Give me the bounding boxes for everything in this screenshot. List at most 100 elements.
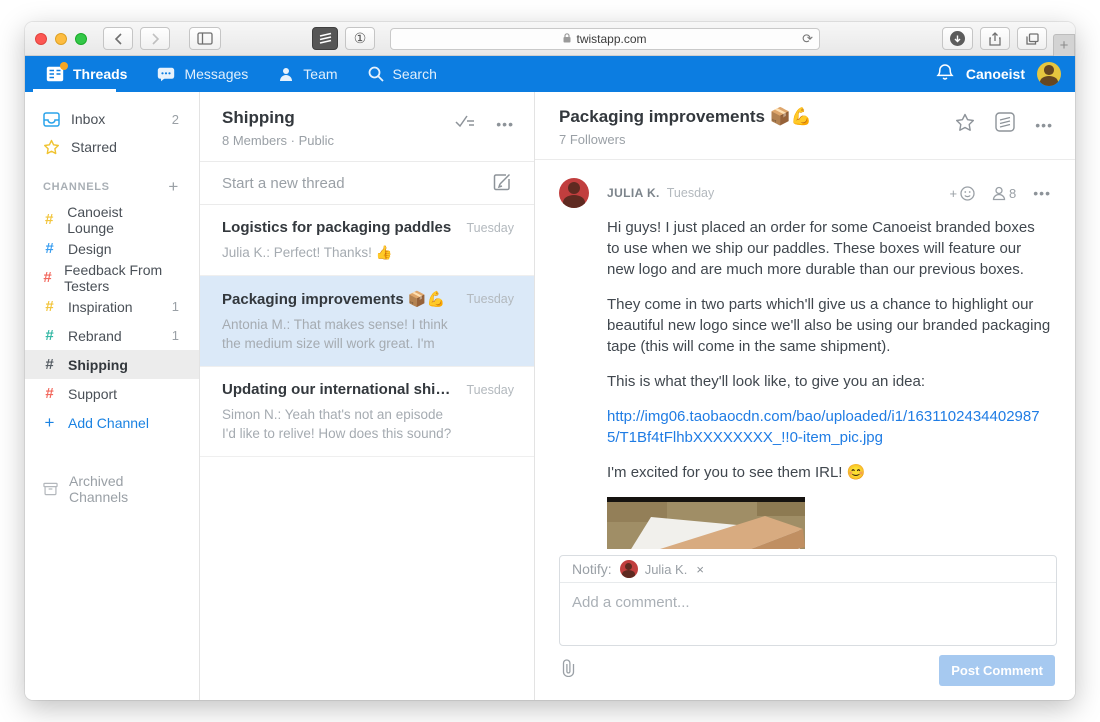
tabs-icon — [1026, 33, 1039, 45]
comment-input[interactable]: Add a comment... — [560, 583, 1056, 645]
channel-label: Rebrand — [68, 328, 122, 344]
archived-channels-label: Archived Channels — [69, 473, 179, 505]
channels-header-label: CHANNELS — [43, 181, 110, 193]
sidebar-channel-rebrand[interactable]: # Rebrand 1 — [25, 321, 199, 350]
sidebar-channel-inspiration[interactable]: # Inspiration 1 — [25, 292, 199, 321]
tab-threads[interactable]: Threads — [31, 56, 142, 92]
thread-time: Tuesday — [467, 292, 514, 306]
seen-by-button[interactable]: 8 — [992, 186, 1016, 201]
downloads-button[interactable] — [942, 27, 973, 50]
notifications-bell-button[interactable] — [936, 63, 954, 85]
message-paragraph: This is what they'll look like, to give … — [607, 371, 1051, 392]
main-content: Inbox 2 Starred CHANNELS + # Canoeist Lo… — [25, 92, 1075, 700]
add-channel-icon-button[interactable]: + — [168, 177, 179, 197]
thread-time: Tuesday — [467, 383, 514, 397]
tab-messages[interactable]: Messages — [142, 56, 263, 92]
message-more-button[interactable]: ••• — [1033, 186, 1051, 200]
sidebar-icon — [197, 32, 213, 45]
thread-item-packaging-improvements[interactable]: Packaging improvements 📦💪 Tuesday Antoni… — [200, 276, 534, 367]
compose-button[interactable] — [493, 172, 512, 195]
sidebar-toggle-button[interactable] — [189, 27, 221, 50]
user-avatar[interactable] — [1037, 62, 1061, 86]
message-time: Tuesday — [667, 186, 714, 200]
channel-label: Canoeist Lounge — [67, 204, 167, 236]
sidebar-item-starred[interactable]: Starred — [25, 133, 199, 161]
sidebar-channel-support[interactable]: # Support — [25, 379, 199, 408]
hash-icon: # — [43, 385, 56, 402]
check-list-icon — [454, 114, 476, 129]
new-tab-button[interactable]: + — [1053, 34, 1075, 56]
add-to-todoist-button[interactable] — [995, 112, 1015, 137]
thread-pane: Packaging improvements 📦💪 7 Followers ••… — [535, 92, 1075, 700]
notify-label: Notify: — [572, 561, 612, 577]
browser-toolbar: ① twistapp.com ⟳ + — [25, 22, 1075, 56]
tab-team[interactable]: Team — [263, 56, 352, 92]
thread-item-logistics[interactable]: Logistics for packaging paddles Tuesday … — [200, 205, 534, 276]
inbox-label: Inbox — [71, 111, 105, 127]
channel-label: Inspiration — [68, 299, 133, 315]
share-icon — [989, 32, 1001, 46]
message-link[interactable]: http://img06.taobaocdn.com/bao/uploaded/… — [607, 406, 1051, 448]
add-channel-label: Add Channel — [68, 415, 149, 431]
message-body: Hi guys! I just placed an order for some… — [607, 217, 1051, 549]
hash-icon: # — [43, 269, 52, 286]
browser-window: ① twistapp.com ⟳ + — [25, 22, 1075, 700]
share-button[interactable] — [980, 27, 1010, 50]
archived-channels-button[interactable]: Archived Channels — [25, 475, 199, 503]
tab-overview-button[interactable] — [1017, 27, 1047, 50]
sidebar-item-inbox[interactable]: Inbox 2 — [25, 105, 199, 133]
add-reaction-button[interactable]: + — [949, 186, 975, 201]
thread-more-button[interactable]: ••• — [1035, 118, 1053, 132]
thread-time: Tuesday — [467, 221, 514, 235]
channel-more-button[interactable]: ••• — [496, 117, 514, 131]
message-paragraph: They come in two parts which'll give us … — [607, 294, 1051, 357]
tab-label: Team — [303, 66, 337, 82]
thread-snippet: Antonia M.: That makes sense! I think th… — [222, 315, 460, 353]
sidebar: Inbox 2 Starred CHANNELS + # Canoeist Lo… — [25, 92, 200, 700]
remove-notify-icon[interactable]: × — [696, 562, 704, 577]
sidebar-channel-shipping[interactable]: # Shipping — [25, 350, 199, 379]
new-thread-placeholder: Start a new thread — [222, 175, 345, 192]
sidebar-channel-feedback-from-testers[interactable]: # Feedback From Testers — [25, 263, 199, 292]
sidebar-channel-design[interactable]: # Design — [25, 234, 199, 263]
threads-icon — [46, 66, 64, 82]
channel-label: Feedback From Testers — [64, 262, 167, 294]
password-extension-button[interactable]: ① — [345, 27, 375, 50]
back-button[interactable] — [103, 27, 133, 50]
box-photo[interactable] — [607, 497, 805, 549]
refresh-button[interactable]: ⟳ — [802, 31, 813, 47]
post-comment-button[interactable]: Post Comment — [939, 655, 1055, 686]
chevron-left-icon — [114, 33, 123, 45]
channel-label: Design — [68, 241, 112, 257]
person-icon — [992, 186, 1006, 201]
attach-file-button[interactable] — [561, 659, 576, 682]
add-channel-button[interactable]: + Add Channel — [25, 408, 199, 437]
sidebar-channel-canoeist-lounge[interactable]: # Canoeist Lounge — [25, 205, 199, 234]
new-thread-input[interactable]: Start a new thread — [200, 162, 534, 205]
address-bar[interactable]: twistapp.com ⟳ — [390, 28, 820, 50]
minimize-window-button[interactable] — [55, 33, 67, 45]
thread-item-international-shipping[interactable]: Updating our international shipping p...… — [200, 367, 534, 457]
paperclip-icon — [561, 659, 576, 677]
thread-list: Logistics for packaging paddles Tuesday … — [200, 205, 534, 700]
channel-label: Shipping — [68, 357, 128, 373]
app-header: Threads Messages Team Search Canoeist — [25, 56, 1075, 92]
hash-icon: # — [43, 356, 56, 373]
mark-all-read-button[interactable] — [454, 114, 476, 134]
channel-header: Shipping 8 Members · Public ••• — [200, 92, 534, 162]
todoist-icon — [319, 32, 332, 45]
forward-button[interactable] — [140, 27, 170, 50]
team-name[interactable]: Canoeist — [966, 66, 1025, 82]
close-window-button[interactable] — [35, 33, 47, 45]
channels-section-header: CHANNELS + — [25, 177, 199, 197]
tab-search[interactable]: Search — [353, 56, 452, 92]
archive-icon — [43, 482, 58, 496]
zoom-window-button[interactable] — [75, 33, 87, 45]
thread-header: Packaging improvements 📦💪 7 Followers ••… — [535, 92, 1075, 160]
star-thread-button[interactable] — [955, 113, 975, 137]
keyhole-icon: ① — [354, 30, 367, 47]
hash-icon: # — [43, 211, 55, 228]
todoist-extension-button[interactable] — [312, 27, 338, 50]
notify-chip-julia[interactable]: Julia K. × — [620, 560, 704, 578]
composer-box: Notify: Julia K. × Add a comment... — [559, 555, 1057, 646]
